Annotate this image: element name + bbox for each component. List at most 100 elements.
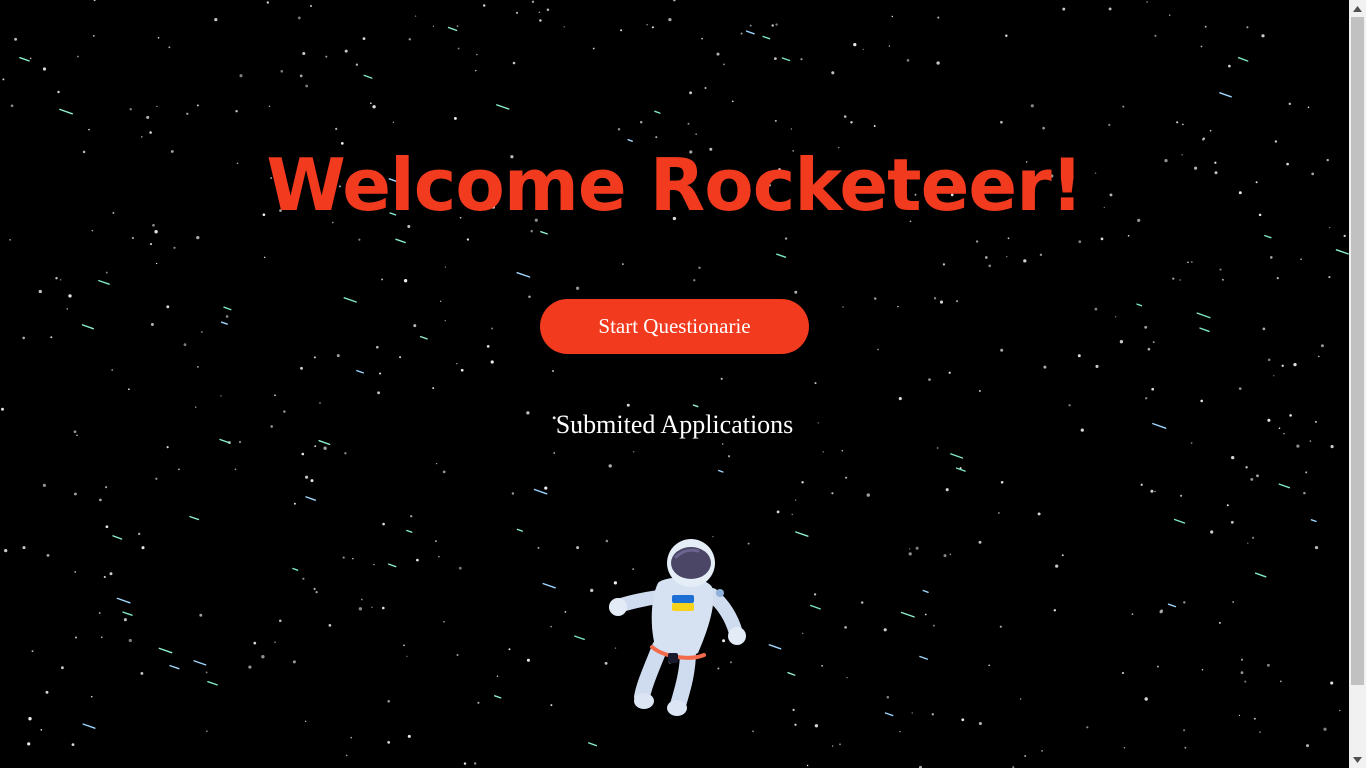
star	[1006, 256, 1008, 258]
star	[131, 236, 134, 240]
star	[456, 653, 459, 657]
star	[403, 644, 405, 647]
star	[274, 641, 276, 644]
star	[1279, 680, 1282, 683]
start-questionnaire-button[interactable]: Start Questionarie	[540, 299, 809, 354]
star	[274, 394, 276, 397]
shooting-star	[388, 563, 397, 568]
star	[1108, 7, 1112, 11]
shooting-star	[406, 529, 413, 533]
shooting-star	[223, 306, 232, 311]
star	[1232, 601, 1235, 603]
star	[57, 90, 60, 94]
star	[61, 666, 64, 670]
star	[886, 695, 890, 699]
star	[377, 391, 381, 395]
star	[369, 102, 372, 105]
scrollbar-thumb[interactable]	[1351, 17, 1364, 685]
star	[358, 607, 363, 611]
scroll-up-arrow-icon[interactable]	[1349, 0, 1366, 17]
page-title: Welcome Rocketeer!	[266, 143, 1083, 227]
star	[166, 305, 170, 309]
shooting-star	[1199, 327, 1210, 332]
shooting-star	[1167, 603, 1177, 608]
star	[22, 546, 26, 550]
star	[1267, 358, 1271, 362]
star	[149, 131, 152, 134]
star	[299, 74, 303, 78]
star	[1147, 347, 1151, 351]
star	[196, 235, 200, 240]
star	[463, 762, 467, 765]
shooting-star	[950, 453, 964, 459]
star	[406, 655, 408, 658]
star	[392, 121, 395, 124]
star	[1339, 709, 1341, 712]
star	[14, 37, 18, 41]
star	[806, 764, 809, 767]
scroll-down-arrow-icon[interactable]	[1349, 751, 1366, 768]
star	[668, 17, 672, 22]
star	[984, 256, 988, 259]
star	[1219, 268, 1222, 271]
vertical-scrollbar[interactable]	[1349, 0, 1366, 768]
star	[776, 510, 780, 514]
star	[842, 306, 844, 308]
shooting-star	[496, 104, 510, 110]
shooting-star	[98, 279, 110, 285]
star	[205, 671, 208, 674]
star	[387, 700, 391, 703]
star	[883, 628, 887, 632]
star	[1151, 387, 1155, 391]
star	[399, 356, 402, 359]
star	[752, 730, 754, 733]
star	[1183, 601, 1186, 604]
star	[931, 713, 934, 716]
submitted-applications-link[interactable]: Submited Applications	[0, 408, 1349, 442]
star	[1231, 455, 1235, 460]
star	[1218, 621, 1221, 624]
shooting-star	[494, 695, 502, 699]
star	[915, 546, 919, 550]
star	[263, 256, 266, 259]
star	[949, 553, 952, 556]
star	[105, 271, 108, 274]
star	[1281, 364, 1284, 367]
star	[168, 46, 171, 49]
star	[456, 25, 459, 28]
star	[873, 125, 876, 127]
star	[266, 1, 269, 4]
star	[1039, 253, 1043, 256]
star	[74, 571, 76, 573]
star	[206, 730, 208, 732]
shooting-star	[810, 604, 821, 610]
star	[843, 115, 847, 118]
star	[379, 372, 382, 375]
star	[1123, 747, 1126, 749]
shooting-star	[122, 611, 133, 616]
star	[444, 266, 447, 268]
star	[1078, 240, 1082, 244]
star	[1238, 387, 1242, 390]
star	[1180, 494, 1183, 497]
star	[4, 548, 8, 553]
star	[516, 11, 518, 14]
star	[936, 61, 940, 65]
star	[239, 74, 243, 78]
star	[435, 540, 437, 542]
shooting-star	[900, 611, 915, 618]
star	[978, 721, 982, 726]
star	[1247, 542, 1249, 544]
star	[1122, 105, 1125, 108]
star	[937, 16, 940, 19]
star	[1245, 466, 1248, 469]
star	[1182, 123, 1184, 126]
star	[814, 382, 817, 385]
star	[1000, 348, 1004, 352]
star	[850, 121, 853, 124]
star	[88, 128, 90, 131]
star	[544, 486, 548, 490]
star	[444, 319, 446, 322]
star	[821, 665, 823, 667]
star	[302, 51, 306, 56]
